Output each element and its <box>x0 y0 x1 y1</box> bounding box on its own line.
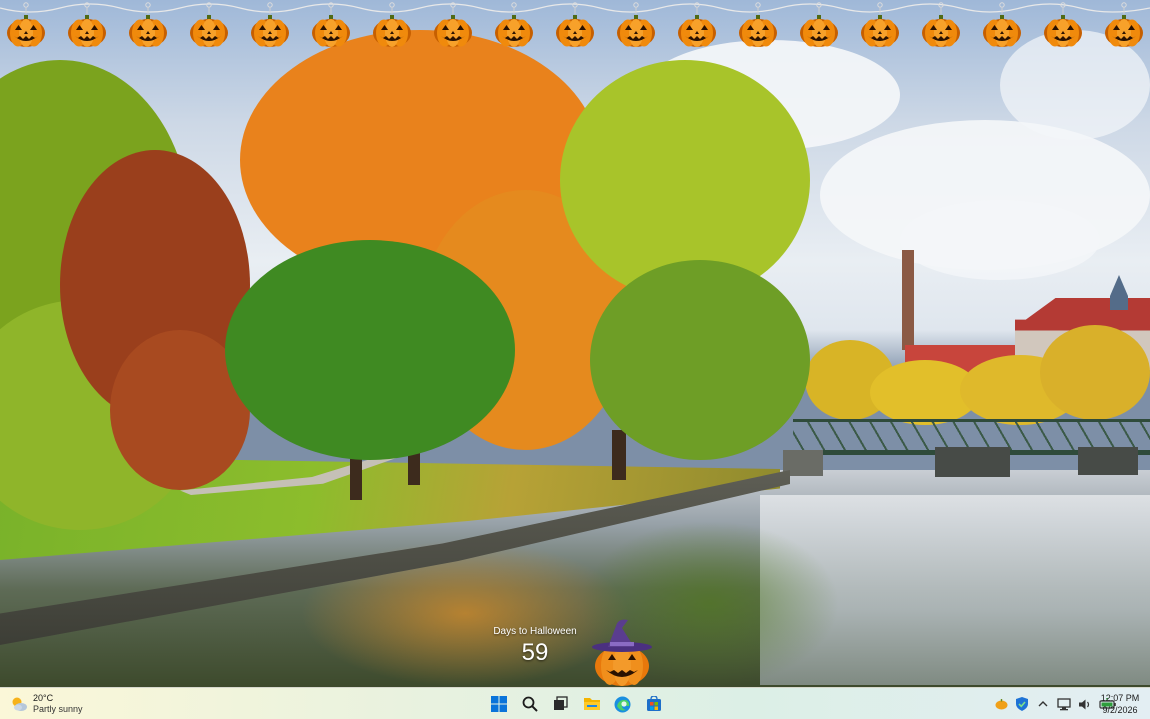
chevron-up-icon <box>1038 701 1048 707</box>
cloud <box>900 200 1100 280</box>
countdown-value: 59 <box>521 639 549 666</box>
network-tray-button[interactable] <box>1056 696 1072 712</box>
jack-o-lantern-icon <box>556 15 594 47</box>
countdown-label: Days to Halloween <box>493 626 577 637</box>
weather-description: Partly sunny <box>33 704 83 714</box>
jack-o-lantern-icon <box>68 15 106 47</box>
garland-hook <box>450 2 456 14</box>
bridge-pier <box>935 447 1010 477</box>
jack-o-lantern-icon <box>251 15 289 47</box>
network-icon <box>1057 697 1071 710</box>
garland-hook <box>938 2 944 14</box>
taskbar: 20°C Partly sunny 12:07 PM 9/2/2026 <box>0 687 1150 719</box>
search-icon <box>522 696 538 712</box>
garland-hook <box>572 2 578 14</box>
pumpkin-garland <box>0 0 1150 55</box>
folder-icon <box>583 698 600 710</box>
garland-hook <box>999 2 1005 14</box>
jack-o-lantern-icon <box>678 15 716 47</box>
garland-hook <box>755 2 761 14</box>
jack-o-lantern-icon <box>190 15 228 47</box>
jack-o-lantern-icon <box>1105 15 1143 47</box>
taskbar-apps <box>487 691 665 717</box>
file-explorer-button[interactable] <box>580 693 603 716</box>
garland-hook <box>1121 2 1127 14</box>
start-button[interactable] <box>487 693 510 716</box>
show-hidden-icons-button[interactable] <box>1035 696 1051 712</box>
tree <box>225 240 515 460</box>
tree <box>1040 325 1150 420</box>
church-spire <box>1110 275 1128 310</box>
store-icon <box>646 696 661 711</box>
partly-sunny-icon <box>12 697 27 711</box>
garland-hook <box>145 2 151 14</box>
garland-hook <box>23 2 29 14</box>
edge-browser-icon <box>614 696 631 712</box>
task-view-button[interactable] <box>549 693 572 716</box>
jack-o-lantern-icon <box>1044 15 1082 47</box>
garland-hook <box>267 2 273 14</box>
garland-hook <box>328 2 334 14</box>
jack-o-lantern-icon <box>739 15 777 47</box>
edge-browser-button[interactable] <box>611 693 634 716</box>
jack-o-lantern-icon <box>861 15 899 47</box>
volume-tray-button[interactable] <box>1077 696 1093 712</box>
wallpaper <box>0 0 1150 687</box>
weather-widget[interactable]: 20°C Partly sunny <box>10 691 83 717</box>
tree-trunk <box>612 430 626 480</box>
pumpkin-tray-button[interactable] <box>993 696 1009 712</box>
garland-hook <box>206 2 212 14</box>
garland-hook <box>389 2 395 14</box>
shield-icon <box>1016 697 1028 711</box>
garland-hook <box>84 2 90 14</box>
weather-temperature: 20°C <box>33 693 54 703</box>
jack-o-lantern-icon <box>373 15 411 47</box>
store-button[interactable] <box>642 693 665 716</box>
speaker-icon <box>1079 699 1090 709</box>
jack-o-lantern-icon <box>129 15 167 47</box>
jack-o-lantern-icon <box>495 15 533 47</box>
jack-o-lantern-icon <box>983 15 1021 47</box>
jack-o-lantern-icon <box>312 15 350 47</box>
tree <box>590 260 810 460</box>
chimney <box>902 250 914 350</box>
garland-hook <box>633 2 639 14</box>
pumpkin-tray-icon <box>995 699 1007 710</box>
garland-hook <box>694 2 700 14</box>
taskbar-clock[interactable]: 12:07 PM 9/2/2026 <box>1097 692 1143 716</box>
jack-o-lantern-icon <box>922 15 960 47</box>
desktop: Days to Halloween 59 20°C Partly sunny 1… <box>0 0 1150 719</box>
jack-o-lantern-icon <box>800 15 838 47</box>
windows-logo-icon <box>490 696 507 712</box>
search-button[interactable] <box>518 693 541 716</box>
garland-hook <box>511 2 517 14</box>
halloween-countdown-widget[interactable]: Days to Halloween 59 <box>490 626 580 667</box>
jack-o-lantern-icon <box>434 15 472 47</box>
garland-hook <box>816 2 822 14</box>
security-tray-button[interactable] <box>1014 696 1030 712</box>
clock-date: 9/2/2026 <box>1102 705 1138 715</box>
witch-hat-pumpkin-icon[interactable] <box>588 616 656 688</box>
task-view-icon <box>553 696 568 710</box>
garland-hook <box>877 2 883 14</box>
bridge-pier <box>1078 447 1138 475</box>
garland-hook <box>1060 2 1066 14</box>
jack-o-lantern-icon <box>7 15 45 47</box>
jack-o-lantern-icon <box>617 15 655 47</box>
clock-time: 12:07 PM <box>1100 693 1140 703</box>
